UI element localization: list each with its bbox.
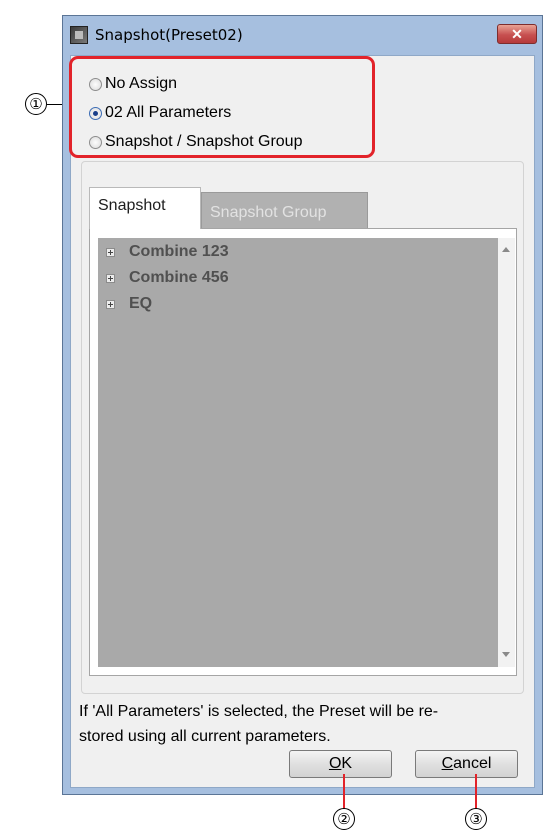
tree-item[interactable]: Combine 123 bbox=[106, 241, 229, 263]
title-bar[interactable]: Snapshot(Preset02) ✕ bbox=[63, 16, 542, 54]
tree-item-label: EQ bbox=[129, 295, 153, 312]
expand-icon[interactable] bbox=[106, 247, 115, 257]
scroll-down-arrow-icon[interactable] bbox=[502, 652, 510, 657]
close-button[interactable]: ✕ bbox=[497, 24, 537, 44]
info-line-1: If 'All Parameters' is selected, the Pre… bbox=[79, 703, 439, 720]
callout-3: ③ bbox=[465, 808, 487, 830]
info-line-2: stored using all current parameters. bbox=[79, 728, 331, 745]
dialog-body: No Assign 02 All Parameters Snapshot / S… bbox=[70, 55, 535, 788]
vertical-scrollbar[interactable] bbox=[498, 238, 515, 667]
options-highlight bbox=[69, 56, 375, 158]
tree-item-label: Combine 123 bbox=[129, 243, 229, 260]
callout-1: ① bbox=[25, 93, 47, 115]
window-title: Snapshot(Preset02) bbox=[95, 26, 243, 44]
callout-2-leader bbox=[343, 774, 345, 809]
cancel-button[interactable]: Cancel bbox=[415, 750, 518, 778]
tree-item[interactable]: Combine 456 bbox=[106, 267, 229, 289]
tree-item[interactable]: EQ bbox=[106, 293, 152, 315]
scroll-up-arrow-icon[interactable] bbox=[502, 247, 510, 252]
callout-3-leader bbox=[475, 774, 477, 809]
cancel-mnemonic: C bbox=[441, 755, 454, 772]
ok-button[interactable]: OK bbox=[289, 750, 392, 778]
snapshot-tree: Combine 123 Combine 456 EQ bbox=[98, 238, 498, 667]
tree-item-label: Combine 456 bbox=[129, 269, 229, 286]
tab-snapshot-group[interactable]: Snapshot Group bbox=[201, 192, 368, 229]
callout-2: ② bbox=[333, 808, 355, 830]
ok-label-rest: K bbox=[341, 755, 353, 772]
cancel-label-rest: ancel bbox=[453, 755, 492, 772]
info-text: If 'All Parameters' is selected, the Pre… bbox=[79, 699, 534, 749]
expand-icon[interactable] bbox=[106, 273, 115, 283]
tab-snapshot[interactable]: Snapshot bbox=[89, 187, 201, 229]
snapshot-tree-panel: Combine 123 Combine 456 EQ bbox=[89, 228, 517, 676]
ok-mnemonic: O bbox=[328, 755, 342, 772]
expand-icon[interactable] bbox=[106, 299, 115, 309]
app-icon bbox=[70, 26, 88, 44]
